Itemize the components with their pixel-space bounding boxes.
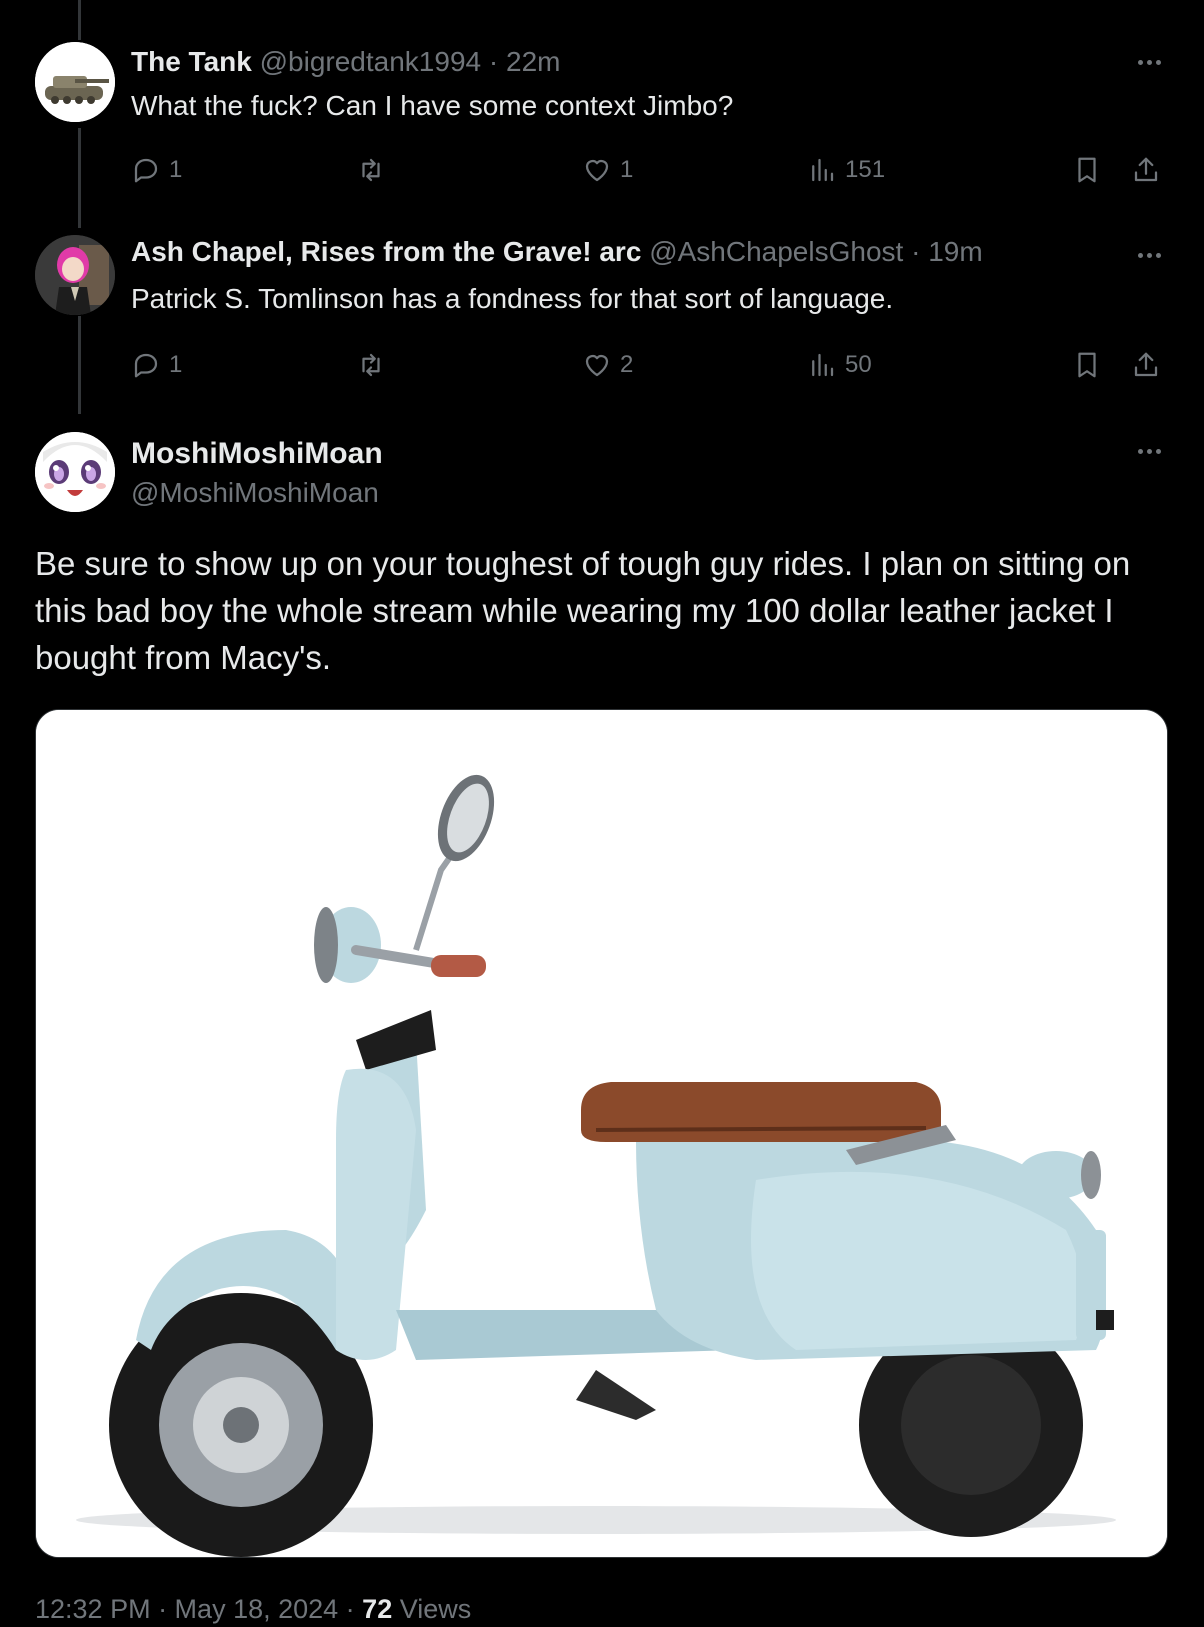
tweet-text: Be sure to show up on your toughest of t… [35, 545, 1131, 676]
light-blue-scooter-image[interactable] [35, 709, 1168, 1558]
heart-icon [585, 354, 609, 377]
more-options-icon[interactable] [1132, 245, 1166, 265]
author-handle[interactable]: @AshChapelsGhost [649, 236, 903, 267]
reply-icon [134, 353, 158, 378]
like-button[interactable]: 2 [582, 347, 633, 383]
view-count: 50 [845, 351, 872, 378]
reply-button[interactable]: 1 [131, 347, 182, 383]
share-icon [1134, 352, 1158, 377]
views-label: Views [392, 1594, 472, 1624]
more-options-icon[interactable] [1132, 441, 1166, 461]
reply-tweet[interactable]: Ash Chapel, Rises from the Grave! arc @A… [0, 0, 1204, 400]
author-handle[interactable]: @MoshiMoshiMoan [131, 477, 379, 509]
post-time[interactable]: 19m [928, 236, 982, 267]
views-count: 72 [362, 1594, 393, 1624]
tweet-text: Patrick S. Tomlinson has a fondness for … [131, 283, 894, 314]
separator: · [911, 236, 921, 267]
tweet-actions: 1 2 50 [131, 347, 1176, 383]
author-name[interactable]: Ash Chapel, Rises from the Grave! arc [131, 236, 641, 267]
anime-face-avatar-icon[interactable] [35, 432, 115, 512]
analytics-icon [812, 353, 834, 377]
views-button[interactable]: 50 [807, 347, 872, 383]
retweet-icon [362, 353, 380, 377]
bookmark-button[interactable] [1072, 347, 1102, 383]
scooter-icon [36, 710, 1167, 1557]
author-name[interactable]: MoshiMoshiMoan [131, 437, 383, 471]
post-metadata: 12:32 PM · May 18, 2024 · 72 Views [35, 1594, 471, 1625]
share-button[interactable] [1131, 347, 1161, 383]
post-timestamp[interactable]: 12:32 PM · May 18, 2024 · [35, 1594, 362, 1624]
like-count: 2 [620, 351, 634, 378]
retweet-button[interactable] [356, 347, 386, 383]
reply-count: 1 [169, 351, 183, 378]
anime-character-avatar-icon[interactable] [35, 235, 115, 315]
bookmark-icon [1078, 352, 1096, 378]
